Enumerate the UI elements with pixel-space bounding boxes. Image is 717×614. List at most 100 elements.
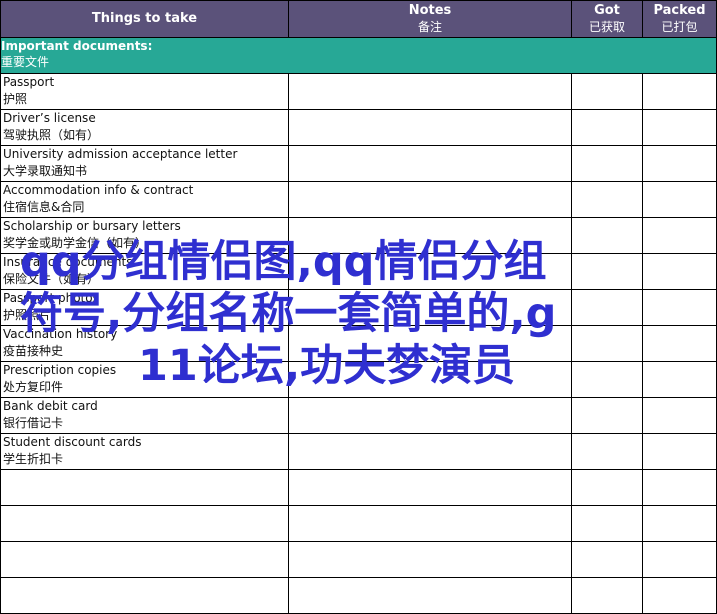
- item-label-cn: 处方复印件: [3, 380, 64, 394]
- item-label-en: Prescription copies: [3, 363, 117, 377]
- item-cell: Student discount cards 学生折扣卡: [0, 433, 289, 470]
- packed-cell[interactable]: [642, 217, 717, 254]
- table-row: University admission acceptance letter 大学…: [0, 145, 717, 182]
- item-label-cn: 大学录取通知书: [3, 164, 88, 178]
- packed-cell[interactable]: [642, 253, 717, 290]
- item-cell: [0, 541, 289, 578]
- item-label-cn: 疫苗接种史: [3, 344, 64, 358]
- item-label-en: Passport photos: [3, 291, 99, 305]
- notes-cell[interactable]: [288, 361, 572, 398]
- item-cell: Driver’s license 驾驶执照（如有）: [0, 109, 289, 146]
- section-row: Important documents: 重要文件: [0, 37, 717, 74]
- packed-cell[interactable]: [642, 289, 717, 326]
- notes-cell[interactable]: [288, 469, 572, 506]
- item-cell: [0, 577, 289, 614]
- got-cell[interactable]: [571, 109, 643, 146]
- table-row: Accommodation info & contract 住宿信息&合同: [0, 181, 717, 218]
- packed-cell[interactable]: [642, 361, 717, 398]
- packed-cell[interactable]: [642, 469, 717, 506]
- got-cell[interactable]: [571, 361, 643, 398]
- packing-checklist-table: Things to take Notes 备注 Got 已获取 Packed 已打包 …: [0, 0, 717, 614]
- got-cell[interactable]: [571, 577, 643, 614]
- item-label-cn: 护照: [3, 92, 28, 106]
- item-cell: University admission acceptance letter 大学…: [0, 145, 289, 182]
- item-cell: Scholarship or bursary letters 奖学金或助学金信（如…: [0, 217, 289, 254]
- item-label-en: Vaccination history: [3, 327, 118, 341]
- table-row: Prescription copies 处方复印件: [0, 361, 717, 398]
- notes-cell[interactable]: [288, 181, 572, 218]
- table-row: Insurance documents 保险文件（如有）: [0, 253, 717, 290]
- got-cell[interactable]: [571, 541, 643, 578]
- table-row: Bank debit card 银行借记卡: [0, 397, 717, 434]
- table-row: Student discount cards 学生折扣卡: [0, 433, 717, 470]
- packed-cell[interactable]: [642, 145, 717, 182]
- notes-cell[interactable]: [288, 541, 572, 578]
- table-row: Passport photos 护照照片: [0, 289, 717, 326]
- notes-cell[interactable]: [288, 145, 572, 182]
- item-label-en: Student discount cards: [3, 435, 142, 449]
- got-cell[interactable]: [571, 433, 643, 470]
- packed-cell[interactable]: [642, 577, 717, 614]
- notes-cell[interactable]: [288, 577, 572, 614]
- things-header: Things to take: [0, 0, 289, 38]
- item-label-en: Driver’s license: [3, 111, 96, 125]
- item-label-en: Bank debit card: [3, 399, 98, 413]
- item-label-cn: 驾驶执照（如有）: [3, 128, 100, 142]
- item-label-en: Passport: [3, 75, 55, 89]
- got-cell[interactable]: [571, 253, 643, 290]
- notes-cell[interactable]: [288, 109, 572, 146]
- notes-cell[interactable]: [288, 253, 572, 290]
- notes-cell[interactable]: [288, 217, 572, 254]
- item-label-cn: 护照照片: [3, 308, 52, 322]
- got-cell[interactable]: [571, 217, 643, 254]
- got-cell[interactable]: [571, 181, 643, 218]
- item-label-cn: 银行借记卡: [3, 416, 64, 430]
- notes-cell[interactable]: [288, 397, 572, 434]
- table-row: Vaccination history 疫苗接种史: [0, 325, 717, 362]
- item-cell: Prescription copies 处方复印件: [0, 361, 289, 398]
- got-cell[interactable]: [571, 289, 643, 326]
- header-row: Things to take Notes 备注 Got 已获取 Packed 已打包: [0, 0, 717, 38]
- item-cell: Passport photos 护照照片: [0, 289, 289, 326]
- item-label-en: Insurance documents: [3, 255, 133, 269]
- item-label-cn: 学生折扣卡: [3, 452, 64, 466]
- item-cell: Bank debit card 银行借记卡: [0, 397, 289, 434]
- item-label-en: Scholarship or bursary letters: [3, 219, 181, 233]
- packed-cell[interactable]: [642, 73, 717, 110]
- packed-cell[interactable]: [642, 109, 717, 146]
- got-cell[interactable]: [571, 145, 643, 182]
- table-row: [0, 577, 717, 614]
- item-cell: Passport 护照: [0, 73, 289, 110]
- packed-cell[interactable]: [642, 541, 717, 578]
- table-row: [0, 541, 717, 578]
- got-cell[interactable]: [571, 397, 643, 434]
- table-row: Driver’s license 驾驶执照（如有）: [0, 109, 717, 146]
- item-cell: Vaccination history 疫苗接种史: [0, 325, 289, 362]
- notes-cell[interactable]: [288, 433, 572, 470]
- notes-cell[interactable]: [288, 505, 572, 542]
- item-cell: Insurance documents 保险文件（如有）: [0, 253, 289, 290]
- packed-cell[interactable]: [642, 325, 717, 362]
- got-cell[interactable]: [571, 325, 643, 362]
- got-cell[interactable]: [571, 73, 643, 110]
- notes-cell[interactable]: [288, 289, 572, 326]
- item-cell: [0, 469, 289, 506]
- packed-cell[interactable]: [642, 433, 717, 470]
- item-label-cn: 保险文件（如有）: [3, 272, 100, 286]
- packed-cell[interactable]: [642, 397, 717, 434]
- got-cell[interactable]: [571, 469, 643, 506]
- section-title-cn: 重要文件: [1, 55, 50, 69]
- notes-cell[interactable]: [288, 73, 572, 110]
- table-row: Passport 护照: [0, 73, 717, 110]
- table-row: Scholarship or bursary letters 奖学金或助学金信（如…: [0, 217, 717, 254]
- got-header: Got 已获取: [571, 0, 643, 38]
- notes-cell[interactable]: [288, 325, 572, 362]
- item-label-en: Accommodation info & contract: [3, 183, 194, 197]
- packed-header: Packed 已打包: [642, 0, 717, 38]
- packed-cell[interactable]: [642, 505, 717, 542]
- section-title-en: Important documents:: [1, 39, 153, 53]
- table-row: [0, 469, 717, 506]
- packed-cell[interactable]: [642, 181, 717, 218]
- got-cell[interactable]: [571, 505, 643, 542]
- section-heading: Important documents: 重要文件: [0, 37, 717, 74]
